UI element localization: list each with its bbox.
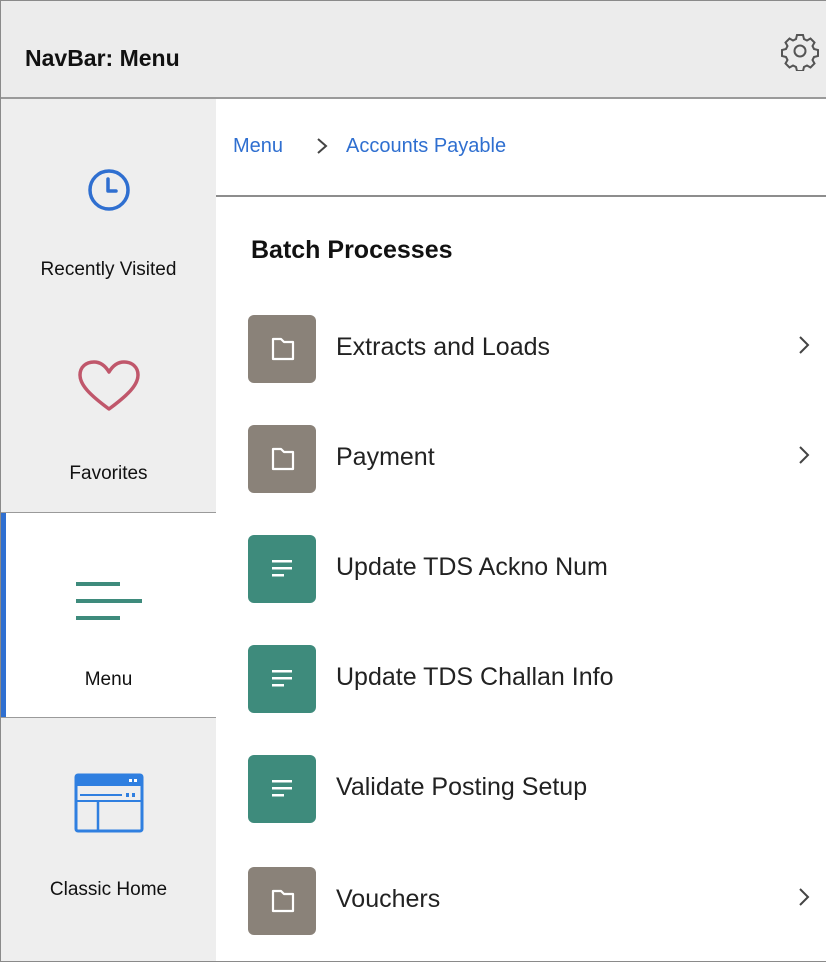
breadcrumb: Menu Accounts Payable [216, 99, 826, 197]
list-item-label: Update TDS Challan Info [336, 663, 614, 691]
menu-lines-icon [75, 582, 142, 620]
rail-item-label: Menu [84, 669, 133, 690]
section-title: Batch Processes [251, 236, 453, 264]
list-item-label: Validate Posting Setup [336, 773, 588, 801]
breadcrumb-item-menu[interactable]: Menu [233, 135, 283, 158]
heart-icon [77, 360, 140, 411]
navbar-window: NavBar: Menu Recently Visited Favorites [0, 0, 826, 962]
window-icon [74, 773, 143, 833]
breadcrumb-item-accounts-payable[interactable]: Accounts Payable [346, 135, 506, 158]
list-item-label: Update TDS Ackno Num [336, 553, 608, 581]
chevron-right-icon [799, 888, 810, 906]
list-item-extracts-and-loads[interactable]: Extracts and Loads [216, 297, 826, 397]
folder-icon [248, 315, 316, 383]
rail-item-recently-visited[interactable]: Recently Visited [1, 99, 216, 303]
chevron-right-icon [799, 336, 810, 354]
rail-item-classic-home[interactable]: Classic Home [1, 719, 216, 923]
list-item-vouchers[interactable]: Vouchers [216, 849, 826, 949]
chevron-right-icon [799, 446, 810, 464]
navbar-header: NavBar: Menu [1, 1, 826, 99]
main-content: Menu Accounts Payable Batch Processes Ex… [216, 99, 826, 961]
chevron-right-icon [317, 138, 328, 154]
navbar-title: NavBar: Menu [25, 45, 180, 71]
rail-item-label: Recently Visited [40, 259, 177, 280]
gear-icon[interactable] [780, 31, 820, 71]
rail-item-label: Classic Home [49, 879, 168, 900]
left-nav-rail: Recently Visited Favorites Menu Classic … [1, 99, 216, 961]
list-item-label: Payment [336, 443, 435, 471]
folder-icon [248, 867, 316, 935]
page-icon [248, 645, 316, 713]
list-item-update-tds-challan-info[interactable]: Update TDS Challan Info [216, 627, 826, 727]
rail-item-menu[interactable]: Menu [1, 512, 216, 718]
list-item-update-tds-ackno-num[interactable]: Update TDS Ackno Num [216, 517, 826, 617]
list-item-payment[interactable]: Payment [216, 407, 826, 507]
rail-item-label: Favorites [69, 463, 148, 484]
clock-icon [87, 169, 130, 211]
folder-icon [248, 425, 316, 493]
list-item-validate-posting-setup[interactable]: Validate Posting Setup [216, 737, 826, 837]
list-item-label: Extracts and Loads [336, 333, 551, 361]
page-icon [248, 755, 316, 823]
list-item-label: Vouchers [336, 885, 441, 913]
rail-item-favorites[interactable]: Favorites [1, 305, 216, 509]
page-icon [248, 535, 316, 603]
